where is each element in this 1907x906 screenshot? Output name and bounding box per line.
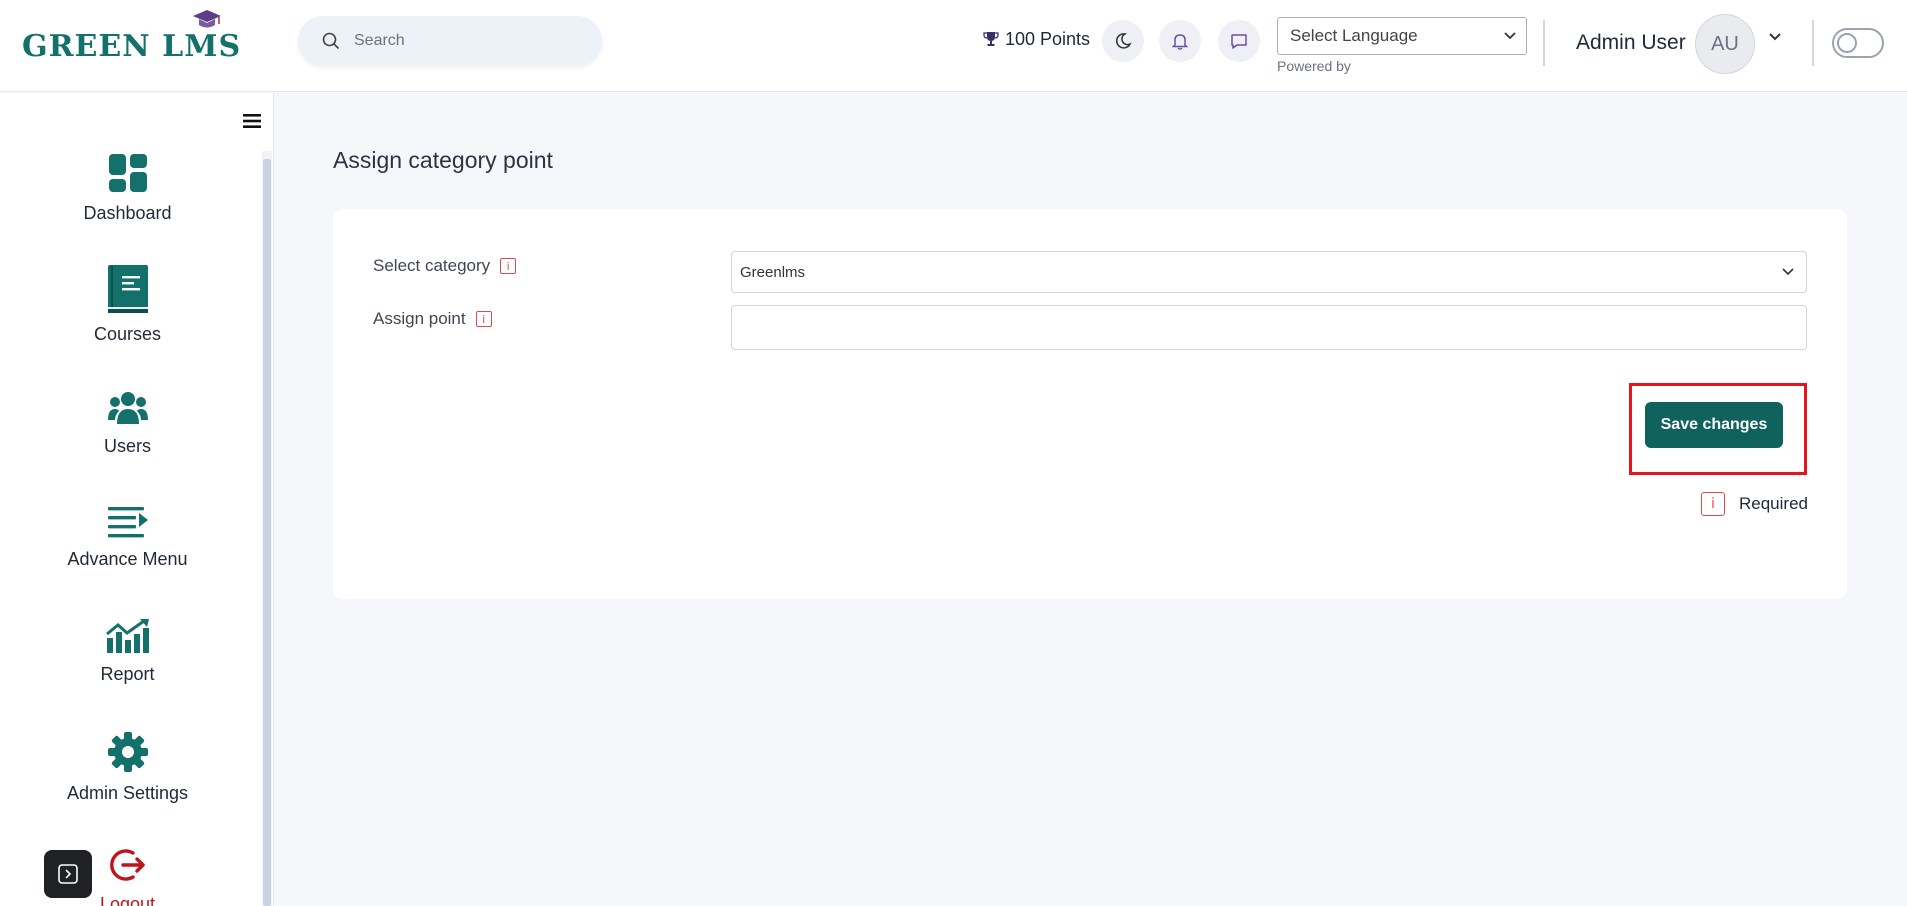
header-divider <box>1543 20 1545 66</box>
sidebar-item-logout[interactable]: Logout <box>0 846 255 906</box>
hamburger-icon[interactable] <box>243 113 261 129</box>
logo-text-ms-label: MS <box>184 28 242 64</box>
sidebar-item-label: Admin Settings <box>66 783 189 803</box>
chevron-down-icon <box>1504 32 1516 40</box>
sidebar-item-users[interactable]: Users <box>0 390 255 457</box>
powered-by-text: Powered by <box>1277 58 1351 74</box>
theme-toggle[interactable] <box>1832 28 1884 58</box>
sidebar-item-label: Courses <box>93 324 162 344</box>
book-icon <box>107 265 148 313</box>
info-icon[interactable]: i <box>475 311 492 327</box>
moon-icon <box>1115 33 1132 49</box>
point-label: Assign point i <box>373 309 492 329</box>
points-text: 100 Points <box>1005 28 1091 49</box>
page-title: Assign category point <box>333 147 553 173</box>
sidebar-item-label: Advance Menu <box>67 549 188 569</box>
expand-panel-button[interactable] <box>44 850 92 898</box>
user-menu-chevron-icon[interactable] <box>1768 32 1782 42</box>
chat-icon <box>1231 34 1247 49</box>
avatar[interactable]: AU <box>1695 14 1755 74</box>
search-icon <box>322 32 340 50</box>
category-label-text: Select category <box>373 256 491 275</box>
chart-icon <box>105 619 149 653</box>
point-label-text: Assign point <box>373 309 466 328</box>
dashboard-icon <box>108 154 147 192</box>
logout-icon <box>109 849 145 881</box>
sidebar-item-dashboard[interactable]: Dashboard <box>0 153 255 224</box>
chevron-down-icon <box>1782 268 1794 276</box>
sidebar-item-admin-settings[interactable]: Admin Settings <box>0 731 255 804</box>
assign-point-form: Select category i Greenlms Assign point … <box>333 209 1847 599</box>
points-display[interactable]: 100 Points <box>983 26 1090 52</box>
top-header: GREEN L MS 100 Points <box>0 0 1907 92</box>
language-select[interactable]: Select Language <box>1277 17 1527 55</box>
sidebar-item-courses[interactable]: Courses <box>0 264 255 345</box>
sidebar: Dashboard Courses Users Advance Menu Rep… <box>0 93 274 906</box>
assign-point-input[interactable] <box>731 305 1807 350</box>
language-select-value: Select Language <box>1290 26 1418 45</box>
graduation-cap-icon <box>193 9 222 27</box>
category-select[interactable]: Greenlms <box>731 251 1807 293</box>
trophy-icon <box>983 32 999 46</box>
gear-icon <box>107 732 148 772</box>
sidebar-item-label: Users <box>103 436 151 456</box>
notifications-button[interactable] <box>1159 20 1201 62</box>
sidebar-scrollbar-thumb[interactable] <box>263 159 271 906</box>
toggle-knob <box>1837 33 1857 53</box>
messages-button[interactable] <box>1218 20 1260 62</box>
info-icon[interactable]: i <box>500 258 517 274</box>
save-button[interactable]: Save changes <box>1645 402 1783 448</box>
sidebar-item-report[interactable]: Report <box>0 618 255 685</box>
logo[interactable]: GREEN L MS <box>22 9 242 70</box>
sidebar-item-advance-menu[interactable]: Advance Menu <box>0 505 255 570</box>
user-name[interactable]: Admin User <box>1576 31 1686 55</box>
category-select-value: Greenlms <box>740 263 806 281</box>
bell-icon <box>1171 34 1189 50</box>
search-bar[interactable] <box>298 16 602 66</box>
required-legend: i Required <box>1701 492 1808 516</box>
expand-panel-icon <box>58 864 78 884</box>
menu-lines-icon <box>107 507 148 538</box>
users-icon <box>107 392 148 424</box>
logo-text-ms: MS <box>184 9 242 64</box>
sidebar-item-label: Dashboard <box>83 203 172 223</box>
dark-mode-button[interactable] <box>1102 20 1144 62</box>
required-info-icon: i <box>1701 492 1725 516</box>
logo-text-green: GREEN L <box>22 28 185 64</box>
sidebar-item-label: Logout <box>99 894 156 906</box>
sidebar-item-label: Report <box>100 664 155 684</box>
category-label: Select category i <box>373 256 517 276</box>
required-text: Required <box>1739 494 1808 513</box>
header-divider-2 <box>1812 20 1814 66</box>
search-input[interactable] <box>354 32 574 50</box>
